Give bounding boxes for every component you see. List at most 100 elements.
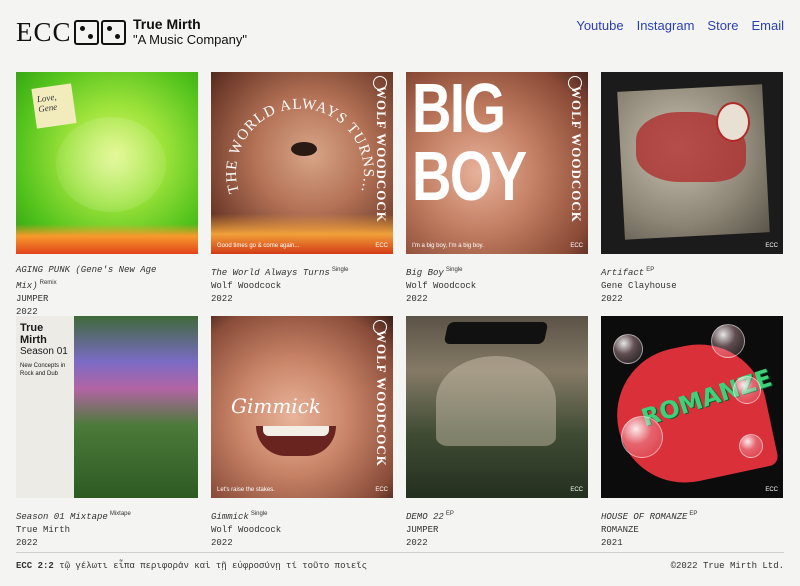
release-year: 2021 <box>601 538 623 548</box>
release-year: 2022 <box>601 294 623 304</box>
release-card[interactable]: BIG BOY WOLF WOODCOCK I'm a big boy, I'm… <box>406 72 588 306</box>
release-card[interactable]: True Mirth Season 01 New Concepts in Roc… <box>16 316 198 550</box>
footer-motto: ECC 2:2 τῷ γέλωτι εἶπα περιφοράν καὶ τῇ … <box>16 561 367 571</box>
cover-art <box>56 117 166 212</box>
brand-tagline: "A Music Company" <box>133 32 247 47</box>
footer-quote: τῷ γέλωτι εἶπα περιφοράν καὶ τῇ εὐφροσύν… <box>59 561 368 571</box>
release-title[interactable]: Artifact <box>601 268 644 278</box>
release-artist: True Mirth <box>16 525 71 535</box>
cover-side-text: WOLF WOODCOCK <box>374 330 389 467</box>
release-title[interactable]: DEMO 22 <box>406 512 444 522</box>
release-type: EP <box>646 267 655 273</box>
brand: True Mirth "A Music Company" <box>133 16 247 48</box>
cover-badge: ECC <box>570 243 583 249</box>
release-card[interactable]: Gimmick WOLF WOODCOCK Let's raise the st… <box>211 316 393 550</box>
release-meta: HOUSE OF ROMANZE EP ROMANZE 2021 <box>601 508 783 550</box>
release-year: 2022 <box>211 538 233 548</box>
release-artist: JUMPER <box>16 294 49 304</box>
clown-face <box>716 102 750 142</box>
release-card[interactable]: THE WORLD ALWAYS TURNS... WOLF WOODCOCK … <box>211 72 393 306</box>
bubble-art <box>711 324 745 358</box>
release-meta: Artifact EP Gene Clayhouse 2022 <box>601 264 783 306</box>
album-cover[interactable]: ROMANZE ECC <box>601 316 783 498</box>
bubble-art <box>739 434 763 458</box>
release-title[interactable]: HOUSE OF ROMANZE <box>601 512 687 522</box>
cover-panel: True Mirth Season 01 New Concepts in Roc… <box>16 316 74 498</box>
bubble-art <box>733 376 761 404</box>
cover-brand: True Mirth <box>20 322 47 346</box>
release-card[interactable]: ROMANZE ECC HOUSE OF ROMANZE EP ROMANZE 2… <box>601 316 783 550</box>
cover-tagline: I'm a big boy, I'm a big boy. <box>412 243 484 249</box>
cover-art <box>436 356 556 446</box>
release-card[interactable]: ECC Artifact EP Gene Clayhouse 2022 <box>601 72 783 306</box>
release-artist: JUMPER <box>406 525 439 535</box>
cover-tagline: Good times go & come again... <box>217 243 300 249</box>
site-footer: ECC 2:2 τῷ γέλωτι εἶπα περιφοράν καὶ τῇ … <box>16 552 784 571</box>
release-type: Mixtape <box>109 511 131 517</box>
album-cover[interactable]: Love, Gene <box>16 72 198 254</box>
release-title[interactable]: The World Always Turns <box>211 268 330 278</box>
release-title[interactable]: Season 01 Mixtape <box>16 512 108 522</box>
release-card[interactable]: Love, Gene AGING PUNK (Gene's New Age Mi… <box>16 72 198 319</box>
cover-art <box>74 316 198 498</box>
release-title[interactable]: AGING PUNK (Gene's New Age Mix) <box>16 265 156 291</box>
cover-note: Love, Gene <box>31 83 77 129</box>
release-meta: Gimmick Single Wolf Woodcock 2022 <box>211 508 393 550</box>
release-artist: Wolf Woodcock <box>211 525 282 535</box>
album-cover[interactable]: BIG BOY WOLF WOODCOCK I'm a big boy, I'm… <box>406 72 588 254</box>
album-cover[interactable]: ECC <box>406 316 588 498</box>
album-cover[interactable]: Gimmick WOLF WOODCOCK Let's raise the st… <box>211 316 393 498</box>
logo-text: ECC <box>16 17 72 47</box>
release-meta: Big Boy Single Wolf Woodcock 2022 <box>406 264 588 306</box>
die-icon <box>100 19 126 45</box>
release-meta: The World Always Turns Single Wolf Woodco… <box>211 264 393 306</box>
cover-side-text: WOLF WOODCOCK <box>374 86 389 223</box>
cover-subtitle: New Concepts in Rock and Dub <box>20 363 66 377</box>
release-meta: AGING PUNK (Gene's New Age Mix) Remix JUM… <box>16 264 198 319</box>
die-icon <box>73 19 99 45</box>
release-card[interactable]: ECC DEMO 22 EP JUMPER 2022 <box>406 316 588 550</box>
nav-email[interactable]: Email <box>751 18 784 34</box>
release-type: Single <box>331 267 349 273</box>
album-cover[interactable]: ECC <box>601 72 783 254</box>
release-title[interactable]: Gimmick <box>211 512 249 522</box>
cover-badge: ECC <box>375 487 388 493</box>
release-year: 2022 <box>16 538 38 548</box>
release-type: EP <box>445 511 454 517</box>
cover-badge: ECC <box>570 487 583 493</box>
cover-badge: ECC <box>765 487 778 493</box>
release-meta: DEMO 22 EP JUMPER 2022 <box>406 508 588 550</box>
release-meta: Season 01 Mixtape Mixtape True Mirth 2022 <box>16 508 198 550</box>
album-cover[interactable]: THE WORLD ALWAYS TURNS... WOLF WOODCOCK … <box>211 72 393 254</box>
nav-youtube[interactable]: Youtube <box>576 18 623 34</box>
release-year: 2022 <box>406 294 428 304</box>
release-year: 2022 <box>406 538 428 548</box>
site-header: ECC True Mirth "A Music Company" Youtube… <box>16 14 784 54</box>
logo[interactable]: ECC <box>16 18 126 46</box>
cover-season: Season 01 <box>20 346 68 357</box>
flames-art <box>16 224 198 254</box>
cover-badge: ECC <box>375 243 388 249</box>
cover-title-text: BIG BOY <box>412 72 527 215</box>
brand-name: True Mirth <box>133 16 201 32</box>
cover-side-text: WOLF WOODCOCK <box>569 86 584 223</box>
footer-copyright: ©2022 True Mirth Ltd. <box>670 561 784 571</box>
release-type: EP <box>689 511 698 517</box>
release-year: 2022 <box>211 294 233 304</box>
nav-instagram[interactable]: Instagram <box>637 18 695 34</box>
release-artist: Wolf Woodcock <box>406 281 477 291</box>
release-type: Remix <box>39 280 57 286</box>
svg-text:THE WORLD ALWAYS TURNS...: THE WORLD ALWAYS TURNS... <box>224 96 376 195</box>
album-cover[interactable]: True Mirth Season 01 New Concepts in Roc… <box>16 316 198 498</box>
release-artist: Gene Clayhouse <box>601 281 677 291</box>
nav-store[interactable]: Store <box>707 18 738 34</box>
cover-badge: ECC <box>765 243 778 249</box>
graffiti-art <box>443 322 549 344</box>
release-title[interactable]: Big Boy <box>406 268 444 278</box>
bubble-art <box>613 334 643 364</box>
cover-tagline: Let's raise the stakes. <box>217 487 275 493</box>
footer-ref: ECC 2:2 <box>16 561 54 571</box>
release-type: Single <box>250 511 268 517</box>
release-artist: ROMANZE <box>601 525 639 535</box>
cover-script: Gimmick <box>231 394 322 418</box>
